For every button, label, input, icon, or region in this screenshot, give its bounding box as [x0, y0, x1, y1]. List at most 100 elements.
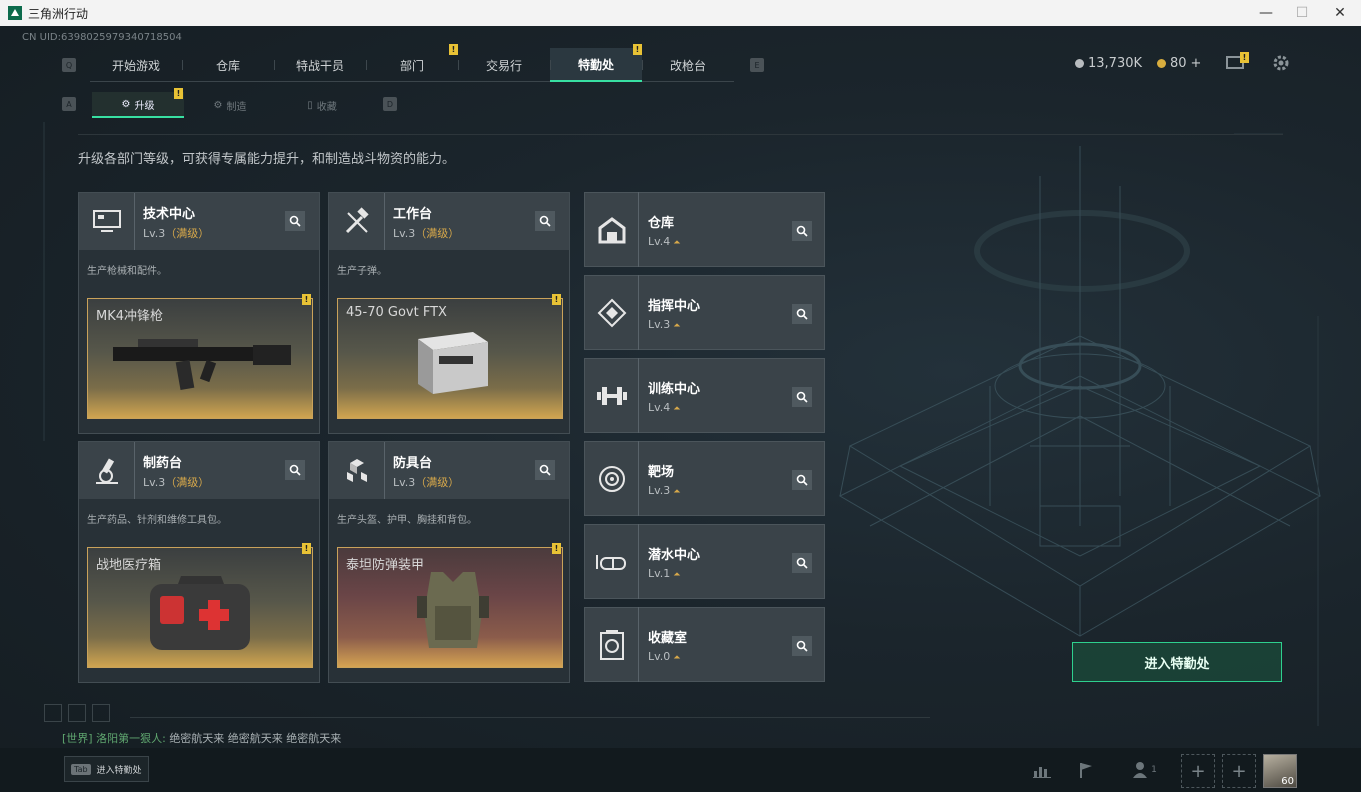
search-icon[interactable] [535, 460, 555, 480]
search-icon[interactable] [792, 636, 812, 656]
craft-item-slot[interactable]: 泰坦防弹装甲 [337, 547, 563, 668]
gold-currency[interactable]: 80 + [1157, 56, 1201, 71]
card-shooting-range[interactable]: 靶场 Lv.3 ⏶ [584, 441, 825, 516]
craft-item-slot[interactable]: MK4冲锋枪 [87, 298, 313, 419]
upgrade-arrow-icon: ⏶ [673, 403, 681, 414]
app-logo-icon [8, 6, 22, 20]
card-level: Lv.4 [648, 234, 671, 248]
silver-coin-icon [1075, 59, 1084, 68]
upgrade-arrow-icon: ⏶ [673, 486, 681, 497]
craft-item-slot[interactable]: 战地医疗箱 [87, 547, 313, 668]
window-title: 三角洲行动 [28, 6, 89, 21]
card-armor-bench[interactable]: 防具台 Lv.3（满级） 生产头盔、护甲、胸挂和背包。 泰坦防弹装甲 ! [328, 441, 570, 683]
card-training-center[interactable]: 训练中心 Lv.4 ⏶ [584, 358, 825, 433]
invite-slot-button[interactable]: + [1181, 754, 1215, 788]
card-tech-center[interactable]: 技术中心 Lv.3（满级） 生产枪械和配件。 MK4冲锋枪 ! [78, 192, 320, 434]
card-title: 潜水中心 [648, 547, 701, 563]
card-title: 收藏室 [648, 630, 688, 646]
card-level: Lv.1 [648, 566, 671, 580]
card-level: Lv.4 [648, 400, 671, 414]
craft-icon: ⚙ [213, 99, 223, 111]
silver-currency: 13,730K [1075, 56, 1142, 71]
subtab-craft[interactable]: ⚙ 制造 [184, 92, 276, 118]
item-name: MK4冲锋枪 [96, 309, 164, 324]
page-description: 升级各部门等级，可获得专属能力提升，和制造战斗物资的能力。 [78, 152, 456, 167]
warehouse-icon [585, 192, 639, 267]
search-icon[interactable] [792, 387, 812, 407]
item-alert-badge: ! [552, 294, 561, 305]
search-icon[interactable] [792, 470, 812, 490]
tab-gunsmith[interactable]: 改枪台 [642, 48, 734, 82]
bottom-bar: Tab 进入特勤处 1 + + 60 [0, 748, 1361, 792]
enter-special-service-button[interactable]: 进入特勤处 [1072, 642, 1282, 682]
nav-next-key[interactable]: E [750, 58, 764, 72]
tab-operators[interactable]: 特战干员 [274, 48, 366, 82]
friends-button[interactable]: 1 [1126, 758, 1162, 782]
card-pharmacy[interactable]: 制药台 Lv.3（满级） 生产药品、针剂和维修工具包。 战地医疗箱 ! [78, 441, 320, 683]
department-alert-badge: ! [449, 44, 458, 55]
card-command-center[interactable]: 指挥中心 Lv.3 ⏶ [584, 275, 825, 350]
upgrade-arrow-icon: ⏶ [673, 320, 681, 331]
tab-department[interactable]: 部门 [366, 48, 458, 82]
card-description: 生产药品、针剂和维修工具包。 [87, 515, 227, 526]
tab-warehouse[interactable]: 仓库 [182, 48, 274, 82]
tab-key: Tab [71, 763, 91, 775]
search-icon[interactable] [792, 304, 812, 324]
tab-trade[interactable]: 交易行 [458, 48, 550, 82]
subtab-next-key[interactable]: D [383, 97, 397, 111]
subtab-collection[interactable]: ▯ 收藏 [276, 92, 368, 118]
card-level: Lv.3 [393, 475, 416, 489]
card-title: 技术中心 [143, 206, 196, 222]
card-title: 防具台 [393, 455, 433, 471]
subtab-prev-key[interactable]: A [62, 97, 76, 111]
max-level-label: （满级） [415, 475, 460, 489]
search-icon[interactable] [285, 211, 305, 231]
search-icon[interactable] [285, 460, 305, 480]
close-button[interactable]: ✕ [1321, 0, 1359, 26]
card-diving-center[interactable]: 潜水中心 Lv.1 ⏶ [584, 524, 825, 599]
friends-count: 1 [1151, 765, 1157, 775]
upgrade-arrow-icon: ⏶ [673, 652, 681, 663]
card-level: Lv.3 [143, 475, 166, 489]
microscope-icon [79, 442, 135, 499]
world-chat[interactable]: [世界] 洛阳第一狠人: 绝密航天来 绝密航天来 绝密航天来 [62, 730, 341, 746]
stats-chart-icon[interactable] [1030, 758, 1054, 782]
tab-enter-hint[interactable]: Tab 进入特勤处 [64, 756, 149, 782]
search-icon[interactable] [792, 221, 812, 241]
player-level: 60 [1281, 776, 1294, 787]
upgrade-arrow-icon: ⏶ [673, 237, 681, 248]
card-warehouse[interactable]: 仓库 Lv.4 ⏶ [584, 192, 825, 267]
settings-gear-icon[interactable] [1272, 54, 1290, 72]
target-icon [585, 441, 639, 516]
subtab-upgrade[interactable]: ⚙ 升级 [92, 92, 184, 118]
card-level: Lv.3 [648, 317, 671, 331]
search-icon[interactable] [792, 553, 812, 573]
craft-item-slot[interactable]: 45-70 Govt FTX [337, 298, 563, 419]
deco-box [44, 704, 62, 722]
tab-special-service[interactable]: 特勤处 [550, 48, 642, 82]
sub-tabs: ⚙ 升级 ⚙ 制造 ▯ 收藏 [92, 92, 368, 118]
search-icon[interactable] [535, 211, 555, 231]
deco-box [68, 704, 86, 722]
gold-add-button[interactable]: + [1191, 56, 1202, 71]
player-avatar[interactable]: 60 [1263, 754, 1297, 788]
tab-start-game[interactable]: 开始游戏 [90, 48, 182, 82]
flag-icon[interactable] [1074, 758, 1098, 782]
card-workbench[interactable]: 工作台 Lv.3（满级） 生产子弹。 45-70 Govt FTX ! [328, 192, 570, 434]
ammo-box-image [418, 332, 488, 394]
maximize-button[interactable]: ☐ [1283, 0, 1321, 26]
window-titlebar: 三角洲行动 — ☐ ✕ [0, 0, 1361, 26]
nav-prev-key[interactable]: Q [62, 58, 76, 72]
invite-slot-button[interactable]: + [1222, 754, 1256, 788]
card-level: Lv.0 [648, 649, 671, 663]
game-main: CN UID:6398025979340718504 Q 开始游戏 仓库 特战干… [0, 26, 1361, 792]
item-name: 45-70 Govt FTX [346, 305, 447, 320]
minimize-button[interactable]: — [1247, 0, 1285, 26]
mail-alert-badge: ! [1240, 52, 1249, 63]
card-level: Lv.3 [648, 483, 671, 497]
max-level-label: （满级） [165, 226, 210, 240]
chat-sender[interactable]: 洛阳第一狠人: [96, 732, 166, 745]
chat-message: 绝密航天来 绝密航天来 绝密航天来 [169, 732, 342, 745]
card-description: 生产枪械和配件。 [87, 266, 167, 277]
card-collection-room[interactable]: 收藏室 Lv.0 ⏶ [584, 607, 825, 682]
